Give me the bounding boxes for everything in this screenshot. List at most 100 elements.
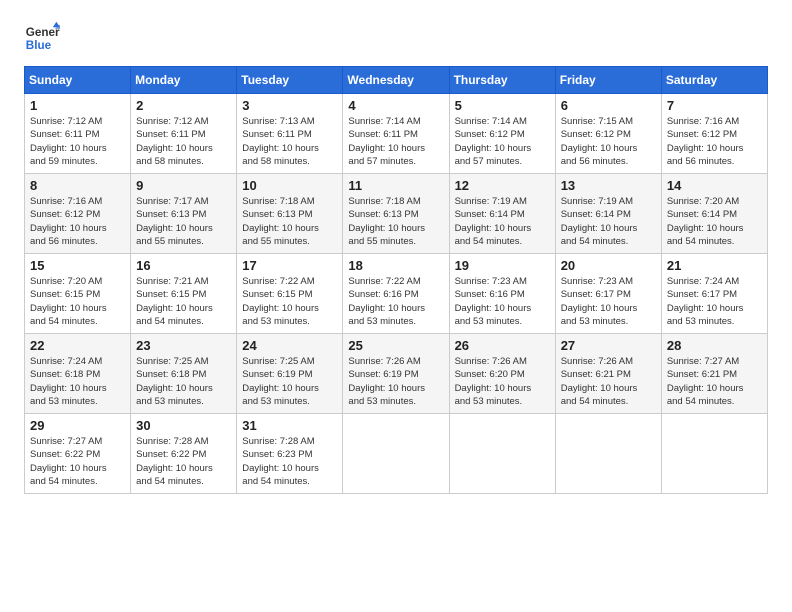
day-cell: 15 Sunrise: 7:20 AM Sunset: 6:15 PM Dayl… <box>25 254 131 334</box>
day-info: Sunrise: 7:13 AM Sunset: 6:11 PM Dayligh… <box>242 115 337 168</box>
day-cell: 21 Sunrise: 7:24 AM Sunset: 6:17 PM Dayl… <box>661 254 767 334</box>
day-number: 20 <box>561 258 656 273</box>
day-cell <box>343 414 449 494</box>
header-sunday: Sunday <box>25 67 131 94</box>
day-info: Sunrise: 7:21 AM Sunset: 6:15 PM Dayligh… <box>136 275 231 328</box>
svg-text:Blue: Blue <box>26 39 52 52</box>
day-cell: 19 Sunrise: 7:23 AM Sunset: 6:16 PM Dayl… <box>449 254 555 334</box>
day-info: Sunrise: 7:20 AM Sunset: 6:14 PM Dayligh… <box>667 195 762 248</box>
logo-icon: General Blue <box>24 20 60 56</box>
day-number: 2 <box>136 98 231 113</box>
day-cell: 5 Sunrise: 7:14 AM Sunset: 6:12 PM Dayli… <box>449 94 555 174</box>
day-cell: 17 Sunrise: 7:22 AM Sunset: 6:15 PM Dayl… <box>237 254 343 334</box>
header-thursday: Thursday <box>449 67 555 94</box>
day-cell: 22 Sunrise: 7:24 AM Sunset: 6:18 PM Dayl… <box>25 334 131 414</box>
day-cell: 23 Sunrise: 7:25 AM Sunset: 6:18 PM Dayl… <box>131 334 237 414</box>
day-cell: 27 Sunrise: 7:26 AM Sunset: 6:21 PM Dayl… <box>555 334 661 414</box>
day-number: 1 <box>30 98 125 113</box>
header-saturday: Saturday <box>661 67 767 94</box>
day-cell: 25 Sunrise: 7:26 AM Sunset: 6:19 PM Dayl… <box>343 334 449 414</box>
day-number: 26 <box>455 338 550 353</box>
day-info: Sunrise: 7:19 AM Sunset: 6:14 PM Dayligh… <box>455 195 550 248</box>
day-info: Sunrise: 7:26 AM Sunset: 6:19 PM Dayligh… <box>348 355 443 408</box>
day-number: 23 <box>136 338 231 353</box>
day-number: 16 <box>136 258 231 273</box>
day-number: 18 <box>348 258 443 273</box>
header-wednesday: Wednesday <box>343 67 449 94</box>
day-info: Sunrise: 7:26 AM Sunset: 6:20 PM Dayligh… <box>455 355 550 408</box>
day-info: Sunrise: 7:22 AM Sunset: 6:15 PM Dayligh… <box>242 275 337 328</box>
day-info: Sunrise: 7:27 AM Sunset: 6:22 PM Dayligh… <box>30 435 125 488</box>
day-number: 29 <box>30 418 125 433</box>
day-number: 14 <box>667 178 762 193</box>
day-number: 10 <box>242 178 337 193</box>
day-cell <box>555 414 661 494</box>
day-number: 17 <box>242 258 337 273</box>
day-cell: 4 Sunrise: 7:14 AM Sunset: 6:11 PM Dayli… <box>343 94 449 174</box>
day-cell <box>661 414 767 494</box>
day-number: 6 <box>561 98 656 113</box>
week-row-3: 15 Sunrise: 7:20 AM Sunset: 6:15 PM Dayl… <box>25 254 768 334</box>
day-cell: 30 Sunrise: 7:28 AM Sunset: 6:22 PM Dayl… <box>131 414 237 494</box>
day-info: Sunrise: 7:16 AM Sunset: 6:12 PM Dayligh… <box>667 115 762 168</box>
day-info: Sunrise: 7:27 AM Sunset: 6:21 PM Dayligh… <box>667 355 762 408</box>
day-info: Sunrise: 7:22 AM Sunset: 6:16 PM Dayligh… <box>348 275 443 328</box>
day-cell: 24 Sunrise: 7:25 AM Sunset: 6:19 PM Dayl… <box>237 334 343 414</box>
day-cell: 9 Sunrise: 7:17 AM Sunset: 6:13 PM Dayli… <box>131 174 237 254</box>
header-monday: Monday <box>131 67 237 94</box>
day-number: 13 <box>561 178 656 193</box>
header-tuesday: Tuesday <box>237 67 343 94</box>
day-info: Sunrise: 7:18 AM Sunset: 6:13 PM Dayligh… <box>242 195 337 248</box>
week-row-4: 22 Sunrise: 7:24 AM Sunset: 6:18 PM Dayl… <box>25 334 768 414</box>
day-info: Sunrise: 7:24 AM Sunset: 6:18 PM Dayligh… <box>30 355 125 408</box>
day-cell: 3 Sunrise: 7:13 AM Sunset: 6:11 PM Dayli… <box>237 94 343 174</box>
day-info: Sunrise: 7:16 AM Sunset: 6:12 PM Dayligh… <box>30 195 125 248</box>
day-info: Sunrise: 7:17 AM Sunset: 6:13 PM Dayligh… <box>136 195 231 248</box>
day-info: Sunrise: 7:15 AM Sunset: 6:12 PM Dayligh… <box>561 115 656 168</box>
day-number: 24 <box>242 338 337 353</box>
day-cell: 31 Sunrise: 7:28 AM Sunset: 6:23 PM Dayl… <box>237 414 343 494</box>
day-number: 11 <box>348 178 443 193</box>
day-number: 19 <box>455 258 550 273</box>
day-info: Sunrise: 7:12 AM Sunset: 6:11 PM Dayligh… <box>136 115 231 168</box>
day-cell: 14 Sunrise: 7:20 AM Sunset: 6:14 PM Dayl… <box>661 174 767 254</box>
day-number: 30 <box>136 418 231 433</box>
day-number: 15 <box>30 258 125 273</box>
day-cell: 16 Sunrise: 7:21 AM Sunset: 6:15 PM Dayl… <box>131 254 237 334</box>
week-row-5: 29 Sunrise: 7:27 AM Sunset: 6:22 PM Dayl… <box>25 414 768 494</box>
day-info: Sunrise: 7:23 AM Sunset: 6:17 PM Dayligh… <box>561 275 656 328</box>
day-number: 31 <box>242 418 337 433</box>
day-cell: 28 Sunrise: 7:27 AM Sunset: 6:21 PM Dayl… <box>661 334 767 414</box>
day-info: Sunrise: 7:25 AM Sunset: 6:18 PM Dayligh… <box>136 355 231 408</box>
day-cell <box>449 414 555 494</box>
day-cell: 2 Sunrise: 7:12 AM Sunset: 6:11 PM Dayli… <box>131 94 237 174</box>
day-info: Sunrise: 7:26 AM Sunset: 6:21 PM Dayligh… <box>561 355 656 408</box>
day-info: Sunrise: 7:20 AM Sunset: 6:15 PM Dayligh… <box>30 275 125 328</box>
day-cell: 10 Sunrise: 7:18 AM Sunset: 6:13 PM Dayl… <box>237 174 343 254</box>
day-info: Sunrise: 7:28 AM Sunset: 6:22 PM Dayligh… <box>136 435 231 488</box>
day-number: 8 <box>30 178 125 193</box>
day-cell: 1 Sunrise: 7:12 AM Sunset: 6:11 PM Dayli… <box>25 94 131 174</box>
day-cell: 29 Sunrise: 7:27 AM Sunset: 6:22 PM Dayl… <box>25 414 131 494</box>
week-row-1: 1 Sunrise: 7:12 AM Sunset: 6:11 PM Dayli… <box>25 94 768 174</box>
week-row-2: 8 Sunrise: 7:16 AM Sunset: 6:12 PM Dayli… <box>25 174 768 254</box>
day-cell: 13 Sunrise: 7:19 AM Sunset: 6:14 PM Dayl… <box>555 174 661 254</box>
day-info: Sunrise: 7:14 AM Sunset: 6:11 PM Dayligh… <box>348 115 443 168</box>
calendar-header-row: SundayMondayTuesdayWednesdayThursdayFrid… <box>25 67 768 94</box>
day-info: Sunrise: 7:28 AM Sunset: 6:23 PM Dayligh… <box>242 435 337 488</box>
day-info: Sunrise: 7:23 AM Sunset: 6:16 PM Dayligh… <box>455 275 550 328</box>
day-info: Sunrise: 7:12 AM Sunset: 6:11 PM Dayligh… <box>30 115 125 168</box>
header-friday: Friday <box>555 67 661 94</box>
page-header: General Blue <box>24 20 768 56</box>
day-cell: 18 Sunrise: 7:22 AM Sunset: 6:16 PM Dayl… <box>343 254 449 334</box>
day-number: 27 <box>561 338 656 353</box>
day-number: 9 <box>136 178 231 193</box>
day-number: 12 <box>455 178 550 193</box>
day-number: 3 <box>242 98 337 113</box>
day-number: 28 <box>667 338 762 353</box>
day-info: Sunrise: 7:19 AM Sunset: 6:14 PM Dayligh… <box>561 195 656 248</box>
day-cell: 11 Sunrise: 7:18 AM Sunset: 6:13 PM Dayl… <box>343 174 449 254</box>
logo: General Blue <box>24 20 60 56</box>
day-cell: 8 Sunrise: 7:16 AM Sunset: 6:12 PM Dayli… <box>25 174 131 254</box>
svg-text:General: General <box>26 26 60 39</box>
